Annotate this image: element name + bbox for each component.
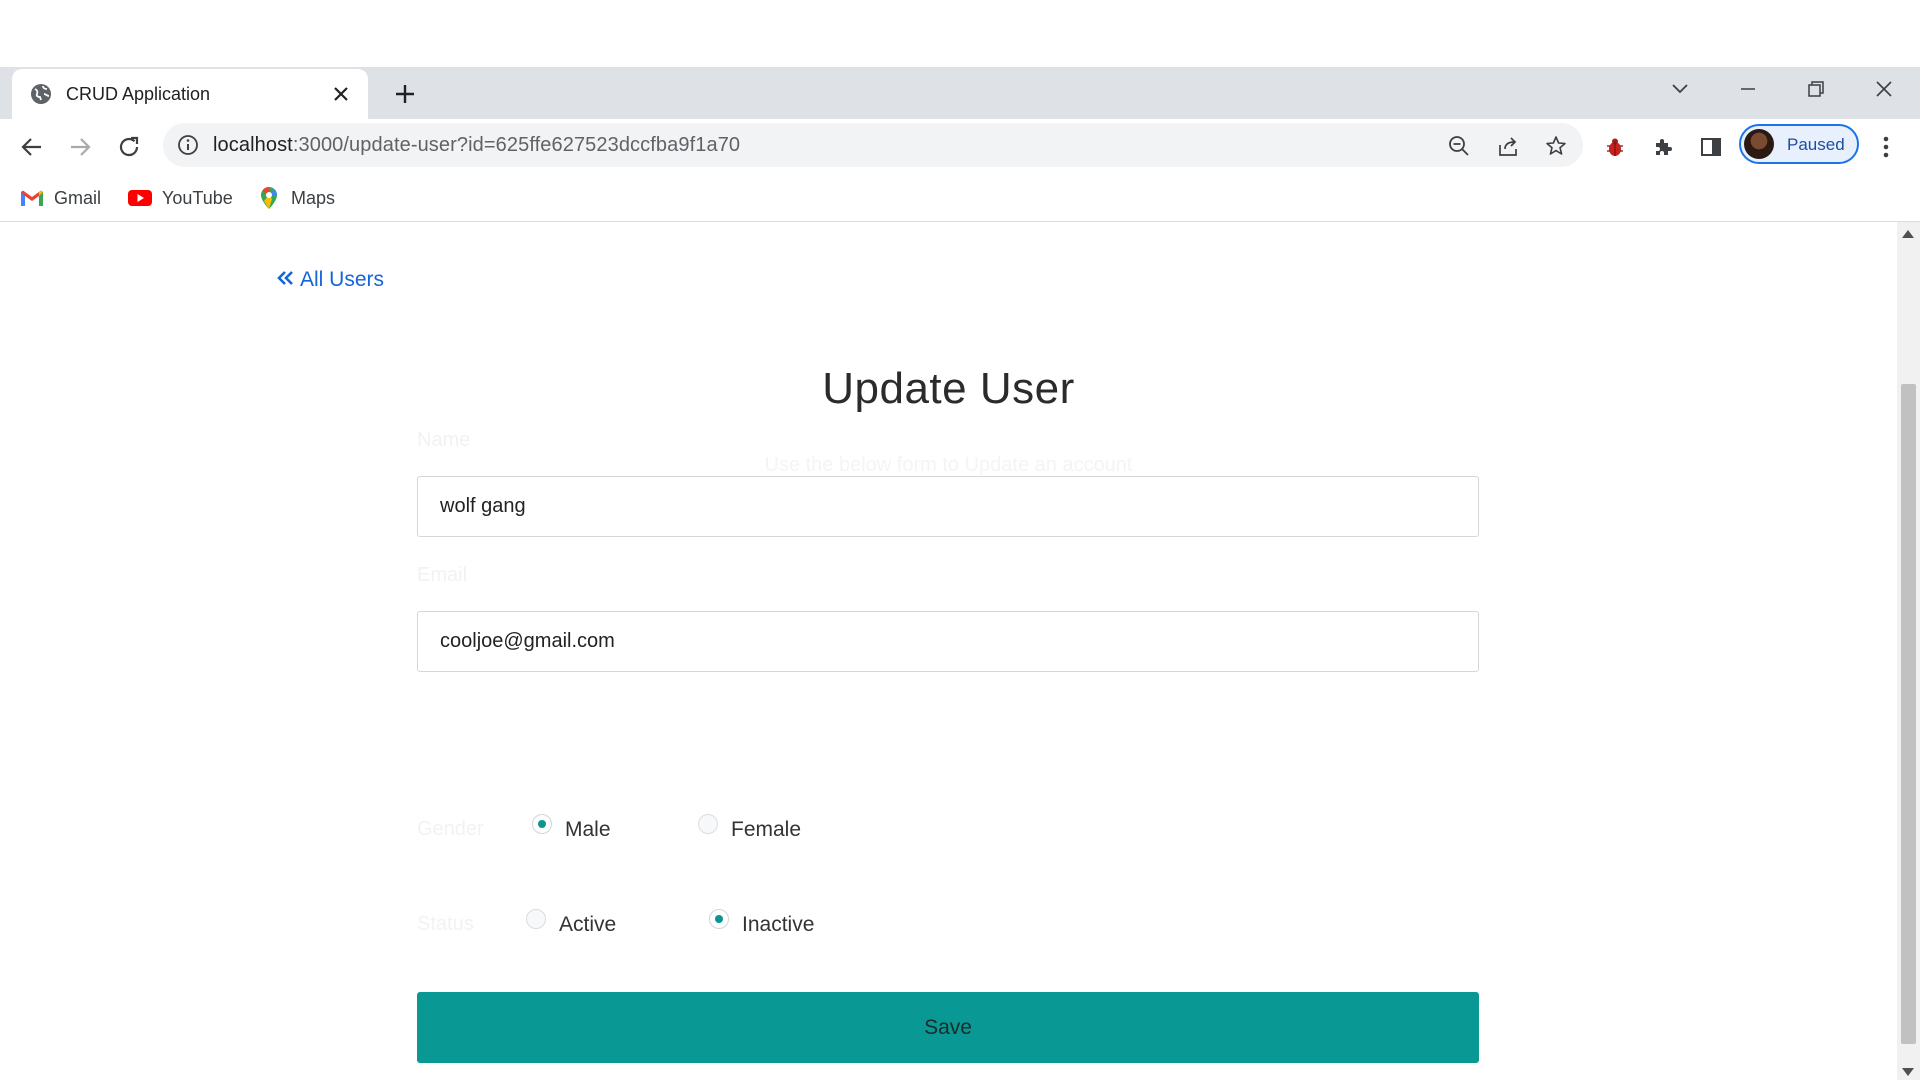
restore-icon[interactable]: [1782, 67, 1850, 111]
zoom-icon[interactable]: [1446, 133, 1472, 159]
status-inactive-label: Inactive: [742, 913, 815, 936]
address-bar[interactable]: localhost:3000/update-user?id=625ffe6275…: [163, 123, 1583, 167]
forward-arrow-icon[interactable]: [64, 131, 96, 163]
tab-search-chevron-icon[interactable]: [1646, 67, 1714, 111]
all-users-link[interactable]: All Users: [276, 268, 384, 292]
status-inactive-radio[interactable]: [709, 909, 729, 929]
scroll-up-arrow-icon[interactable]: [1902, 230, 1914, 238]
double-chevron-left-icon: [276, 268, 294, 292]
url-path: :3000/update-user?id=625ffe627523dccfba9…: [292, 134, 741, 156]
scroll-down-arrow-icon[interactable]: [1902, 1068, 1914, 1076]
maps-icon: [257, 186, 281, 210]
email-input[interactable]: [417, 611, 1479, 672]
name-input[interactable]: [417, 476, 1479, 537]
gender-male-radio[interactable]: [532, 814, 552, 834]
new-tab-icon[interactable]: [390, 79, 420, 109]
gender-female-label: Female: [731, 818, 802, 841]
bookmark-label: Gmail: [54, 187, 102, 208]
email-label: Email: [417, 564, 468, 586]
page-title: Update User: [822, 364, 1075, 413]
side-panel-icon[interactable]: [1697, 133, 1725, 161]
bookmarks-bar: Gmail YouTube Maps: [0, 175, 1920, 222]
url-text: localhost:3000/update-user?id=625ffe6275…: [213, 134, 740, 157]
url-host: localhost: [213, 134, 293, 156]
profile-button[interactable]: Paused: [1739, 124, 1859, 164]
gender-female-radio[interactable]: [698, 814, 718, 834]
page-subtitle: Use the below form to Update an account: [764, 454, 1133, 476]
bookmark-maps[interactable]: Maps: [257, 183, 335, 213]
save-button[interactable]: Save: [417, 992, 1479, 1063]
browser-tab[interactable]: CRUD Application: [12, 69, 368, 119]
scroll-thumb[interactable]: [1901, 384, 1916, 1044]
status-label: Status: [417, 913, 474, 935]
minimize-icon[interactable]: [1714, 67, 1782, 111]
bookmark-youtube[interactable]: YouTube: [128, 183, 233, 213]
globe-icon: [30, 83, 52, 105]
gmail-icon: [20, 186, 44, 210]
name-label: Name: [417, 429, 471, 451]
page-scrollbar[interactable]: [1897, 222, 1920, 1080]
back-arrow-icon[interactable]: [16, 131, 48, 163]
bookmark-label: YouTube: [162, 187, 233, 208]
bookmark-label: Maps: [291, 187, 336, 208]
browser-toolbar: localhost:3000/update-user?id=625ffe6275…: [0, 119, 1920, 175]
bug-extension-icon[interactable]: [1601, 133, 1629, 161]
all-users-label: All Users: [300, 268, 385, 291]
reload-icon[interactable]: [113, 131, 145, 163]
screen: CRUD Application localhost:3000/update-u…: [0, 0, 1920, 1080]
page-viewport: All Users Update User Use the below form…: [0, 222, 1897, 1080]
avatar: [1744, 129, 1774, 159]
share-icon[interactable]: [1495, 133, 1521, 159]
bookmark-star-icon[interactable]: [1543, 133, 1569, 159]
kebab-menu-icon[interactable]: [1872, 133, 1900, 161]
bookmark-gmail[interactable]: Gmail: [20, 183, 101, 213]
extensions-puzzle-icon[interactable]: [1649, 133, 1677, 161]
close-window-icon[interactable]: [1850, 67, 1918, 111]
profile-label: Paused: [1787, 135, 1845, 154]
tab-strip: CRUD Application: [0, 67, 1920, 119]
site-info-icon[interactable]: [177, 134, 199, 156]
youtube-icon: [128, 186, 152, 210]
tab-title: CRUD Application: [66, 84, 211, 104]
close-tab-icon[interactable]: [328, 81, 354, 107]
status-active-label: Active: [559, 913, 617, 936]
gender-label-text: Gender: [417, 818, 484, 840]
gender-male-label: Male: [565, 818, 611, 841]
status-active-radio[interactable]: [526, 909, 546, 929]
